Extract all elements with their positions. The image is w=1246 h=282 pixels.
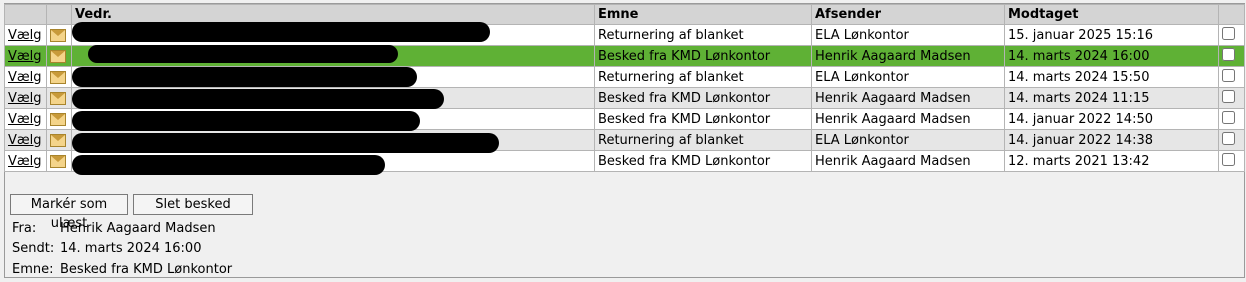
envelope-icon [50, 154, 66, 168]
row-check-cell [1218, 45, 1245, 67]
row-checkbox[interactable] [1222, 131, 1235, 145]
select-link[interactable]: Vælg [8, 112, 42, 127]
row-select-cell: Vælg [4, 150, 47, 172]
row-icon-cell [46, 87, 72, 109]
row-modtaget-cell: 14. marts 2024 15:50 [1004, 66, 1219, 88]
row-select-cell: Vælg [4, 45, 47, 67]
row-select-cell: Vælg [4, 108, 47, 130]
column-header-emne[interactable]: Emne [594, 4, 812, 25]
row-select-cell: Vælg [4, 87, 47, 109]
select-link[interactable]: Vælg [8, 28, 42, 43]
row-emne-cell: Returnering af blanket [594, 66, 812, 88]
delete-message-button[interactable]: Slet besked [133, 194, 253, 215]
row-afsender-cell: Henrik Aagaard Madsen [811, 108, 1005, 130]
envelope-icon [50, 112, 66, 126]
envelope-icon [50, 91, 66, 105]
select-link[interactable]: Vælg [8, 91, 42, 106]
row-check-cell [1218, 108, 1245, 130]
row-checkbox[interactable] [1222, 26, 1235, 40]
row-checkbox[interactable] [1222, 47, 1235, 61]
column-header-select [4, 4, 47, 25]
row-modtaget-cell: 14. januar 2022 14:38 [1004, 129, 1219, 151]
envelope-icon [50, 70, 66, 84]
column-header-check [1218, 4, 1245, 25]
column-header-modtaget[interactable]: Modtaget [1004, 4, 1219, 25]
row-icon-cell [46, 108, 72, 130]
row-check-cell [1218, 24, 1245, 46]
column-header-afsender[interactable]: Afsender [811, 4, 1005, 25]
row-afsender-cell: ELA Lønkontor [811, 66, 1005, 88]
row-afsender-cell: ELA Lønkontor [811, 24, 1005, 46]
redaction-mark [88, 45, 398, 63]
row-checkbox[interactable] [1222, 152, 1235, 166]
detail-from-label: Fra: [12, 221, 37, 236]
redaction-mark [72, 89, 444, 109]
row-check-cell [1218, 150, 1245, 172]
envelope-icon [50, 133, 66, 147]
select-link[interactable]: Vælg [8, 154, 42, 169]
detail-sent-label: Sendt: [12, 241, 55, 256]
row-afsender-cell: Henrik Aagaard Madsen [811, 45, 1005, 67]
row-modtaget-cell: 12. marts 2021 13:42 [1004, 150, 1219, 172]
detail-subject-label: Emne: [12, 262, 54, 277]
redaction-mark [72, 67, 417, 87]
row-icon-cell [46, 66, 72, 88]
row-check-cell [1218, 66, 1245, 88]
row-select-cell: Vælg [4, 24, 47, 46]
row-icon-cell [46, 150, 72, 172]
detail-from: Fra: Henrik Aagaard Madsen [12, 221, 216, 236]
row-modtaget-cell: 14. marts 2024 11:15 [1004, 87, 1219, 109]
row-checkbox[interactable] [1222, 110, 1235, 124]
row-select-cell: Vælg [4, 129, 47, 151]
row-icon-cell [46, 129, 72, 151]
row-emne-cell: Besked fra KMD Lønkontor [594, 150, 812, 172]
detail-sent: Sendt: 14. marts 2024 16:00 [12, 241, 201, 256]
row-select-cell: Vælg [4, 66, 47, 88]
redaction-mark [72, 22, 490, 42]
row-emne-cell: Besked fra KMD Lønkontor [594, 45, 812, 67]
row-emne-cell: Besked fra KMD Lønkontor [594, 108, 812, 130]
row-check-cell [1218, 129, 1245, 151]
detail-sent-value: 14. marts 2024 16:00 [60, 241, 202, 256]
row-icon-cell [46, 45, 72, 67]
mark-unread-button[interactable]: Markér som ulæst [10, 194, 128, 231]
envelope-icon [50, 49, 66, 63]
row-emne-cell: Besked fra KMD Lønkontor [594, 87, 812, 109]
detail-subject-value: Besked fra KMD Lønkontor [60, 262, 233, 277]
select-link[interactable]: Vælg [8, 133, 42, 148]
row-modtaget-cell: 14. marts 2024 16:00 [1004, 45, 1219, 67]
redaction-mark [72, 111, 420, 131]
row-check-cell [1218, 87, 1245, 109]
row-icon-cell [46, 24, 72, 46]
row-afsender-cell: ELA Lønkontor [811, 129, 1005, 151]
select-link[interactable]: Vælg [8, 70, 42, 85]
row-emne-cell: Returnering af blanket [594, 24, 812, 46]
column-header-icon [46, 4, 72, 25]
row-emne-cell: Returnering af blanket [594, 129, 812, 151]
redaction-mark [72, 133, 499, 153]
detail-from-value: Henrik Aagaard Madsen [60, 221, 216, 236]
detail-subject: Emne: Besked fra KMD Lønkontor [12, 262, 232, 277]
select-link[interactable]: Vælg [8, 49, 42, 64]
row-afsender-cell: Henrik Aagaard Madsen [811, 87, 1005, 109]
row-modtaget-cell: 14. januar 2022 14:50 [1004, 108, 1219, 130]
envelope-icon [50, 28, 66, 42]
row-checkbox[interactable] [1222, 68, 1235, 82]
redaction-mark [72, 155, 385, 175]
row-afsender-cell: Henrik Aagaard Madsen [811, 150, 1005, 172]
row-checkbox[interactable] [1222, 89, 1235, 103]
row-modtaget-cell: 15. januar 2025 15:16 [1004, 24, 1219, 46]
